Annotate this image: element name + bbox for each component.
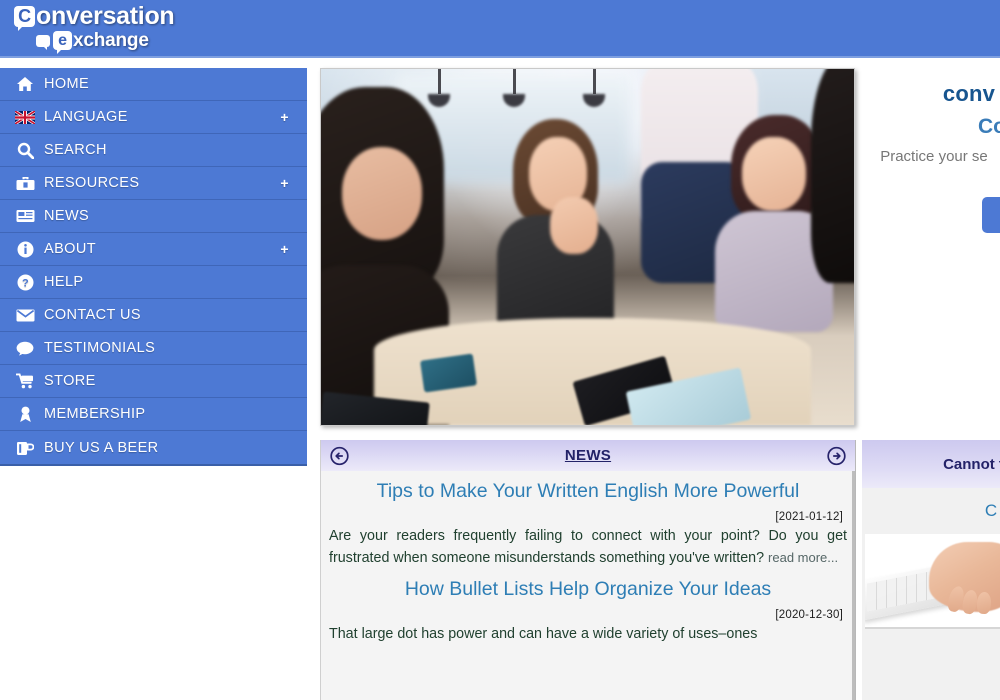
- news-panel-header: NEWS: [321, 440, 855, 471]
- arrow-left-circle-icon[interactable]: [330, 446, 349, 465]
- sidebar-item-label: HOME: [44, 76, 90, 92]
- side-panel-header: Cannot find a: [862, 440, 1000, 488]
- news-article: How Bullet Lists Help Organize Your Idea…: [327, 578, 849, 645]
- logo-line-exchange: e xchange: [14, 30, 174, 54]
- sidebar-item-search[interactable]: SEARCH: [0, 134, 307, 167]
- sidebar-item-buy-us-a-beer[interactable]: BUY US A BEER: [0, 431, 307, 464]
- question-circle-icon: ?: [14, 273, 36, 291]
- news-article-body: That large dot has power and can have a …: [329, 626, 758, 642]
- sidebar-item-label: RESOURCES: [44, 175, 140, 191]
- logo-line-conversation: Conversation: [14, 2, 175, 31]
- award-person-icon: [14, 405, 36, 423]
- shopping-cart-icon: [14, 372, 36, 390]
- expand-plus[interactable]: +: [280, 241, 289, 257]
- beer-mug-icon: [14, 439, 36, 457]
- read-more-link[interactable]: read more...: [768, 550, 838, 565]
- sidebar-item-label: HELP: [44, 274, 84, 290]
- envelope-icon: [14, 306, 36, 324]
- page-subtitle: Co: [978, 115, 1000, 138]
- home-icon: [14, 75, 36, 93]
- sidebar-item-news[interactable]: NEWS: [0, 200, 307, 233]
- sidebar-item-membership[interactable]: MEMBERSHIP: [0, 398, 307, 431]
- news-panel-title[interactable]: NEWS: [565, 447, 611, 464]
- news-panel: NEWS Tips to Make Your Written English M…: [320, 440, 856, 700]
- logo-bubble-c: C: [14, 6, 35, 31]
- search-icon: [14, 141, 36, 159]
- main-navigation-sidebar[interactable]: HOME LANGUAGE + SEARCH RESOURCES + NEWS …: [0, 68, 307, 466]
- news-article-list: Tips to Make Your Written English More P…: [321, 480, 855, 700]
- toolbox-icon: [14, 174, 36, 192]
- signup-cta-button[interactable]: S: [982, 197, 1000, 233]
- site-header: Conversation e xchange: [0, 0, 1000, 58]
- sidebar-item-help[interactable]: ? HELP: [0, 266, 307, 299]
- uk-flag-icon: [14, 108, 36, 126]
- expand-plus[interactable]: +: [280, 109, 289, 125]
- page-tagline: Practice your se: [880, 148, 988, 165]
- news-article-title[interactable]: Tips to Make Your Written English More P…: [327, 480, 849, 503]
- sidebar-item-label: NEWS: [44, 208, 90, 224]
- news-article-date: [2020-12-30]: [775, 609, 843, 621]
- sidebar-item-testimonials[interactable]: TESTIMONIALS: [0, 332, 307, 365]
- logo-text-xchange: xchange: [73, 30, 149, 51]
- page-title: conv: [942, 81, 996, 106]
- side-panel-title: Cannot find a: [943, 455, 1000, 473]
- sidebar-item-label: LANGUAGE: [44, 109, 128, 125]
- sidebar-item-label: CONTACT US: [44, 307, 141, 323]
- news-article-title[interactable]: How Bullet Lists Help Organize Your Idea…: [327, 578, 849, 601]
- sidebar-item-language[interactable]: LANGUAGE +: [0, 101, 307, 134]
- hero-banner-image: [320, 68, 855, 426]
- logo-bubble-e: e: [53, 31, 72, 54]
- expand-plus[interactable]: +: [280, 175, 289, 191]
- sidebar-item-label: SEARCH: [44, 142, 107, 158]
- sidebar-item-home[interactable]: HOME: [0, 68, 307, 101]
- logo-text-onversation: onversation: [36, 2, 175, 30]
- side-panel: Cannot find a C: [862, 440, 1000, 700]
- news-article-body: Are your readers frequently failing to c…: [327, 526, 849, 569]
- sidebar-item-label: TESTIMONIALS: [44, 340, 156, 356]
- arrow-right-circle-icon[interactable]: [827, 446, 846, 465]
- keyboard-typing-image: [865, 534, 1000, 629]
- sidebar-item-label: STORE: [44, 373, 96, 389]
- hero-photo: [321, 69, 854, 425]
- site-logo[interactable]: Conversation e xchange: [14, 2, 175, 54]
- sidebar-item-label: ABOUT: [44, 241, 96, 257]
- logo-speech-bubble-icon: [36, 34, 50, 50]
- sidebar-item-resources[interactable]: RESOURCES +: [0, 167, 307, 200]
- side-panel-link[interactable]: C: [862, 501, 1000, 521]
- svg-text:?: ?: [21, 277, 28, 289]
- comment-icon: [14, 339, 36, 357]
- sidebar-item-store[interactable]: STORE: [0, 365, 307, 398]
- newspaper-icon: [14, 207, 36, 225]
- info-icon: [14, 240, 36, 258]
- news-article-date: [2021-01-12]: [775, 511, 843, 523]
- news-article: Tips to Make Your Written English More P…: [327, 480, 849, 569]
- sidebar-item-contact-us[interactable]: CONTACT US: [0, 299, 307, 332]
- news-scrollbar[interactable]: [852, 471, 855, 700]
- sidebar-item-label: BUY US A BEER: [44, 439, 159, 456]
- sidebar-item-label: MEMBERSHIP: [44, 406, 146, 422]
- sidebar-item-about[interactable]: ABOUT +: [0, 233, 307, 266]
